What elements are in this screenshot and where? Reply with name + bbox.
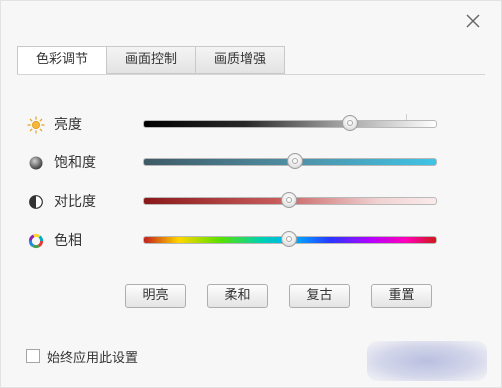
brightness-slider-thumb[interactable] [341, 115, 358, 131]
tab-picture-control[interactable]: 画面控制 [107, 46, 197, 74]
always-apply-checkbox[interactable] [26, 349, 40, 363]
sun-icon [27, 116, 45, 134]
bright-button[interactable]: 明亮 [125, 284, 186, 308]
saturation-row: 饱和度 [27, 152, 447, 174]
brightness-slider[interactable] [143, 114, 437, 131]
saturation-slider-thumb[interactable] [286, 153, 303, 169]
color-adjust-dialog: 色彩调节 画面控制 画质增强 亮度 饱和度 对比度 色相 明亮 柔和 复古 重置… [0, 0, 502, 388]
center-tick [406, 114, 407, 120]
brightness-row: 亮度 [27, 114, 447, 136]
close-button[interactable] [463, 11, 483, 31]
saturation-label: 饱和度 [54, 155, 96, 171]
saturation-icon [27, 154, 45, 172]
saturation-slider[interactable] [143, 153, 437, 169]
hue-label: 色相 [54, 233, 82, 249]
hue-slider[interactable] [143, 231, 437, 247]
reset-button[interactable]: 重置 [371, 284, 432, 308]
preset-buttons: 明亮 柔和 复古 重置 [125, 284, 432, 308]
hue-row: 色相 [27, 230, 447, 252]
tab-quality-enhance[interactable]: 画质增强 [196, 46, 286, 74]
blurred-region [367, 341, 487, 381]
tab-color-adjust[interactable]: 色彩调节 [17, 46, 108, 75]
close-icon [466, 14, 480, 28]
contrast-label: 对比度 [54, 194, 96, 210]
hue-slider-thumb[interactable] [281, 231, 297, 247]
hue-icon [27, 232, 45, 250]
contrast-slider[interactable] [143, 192, 437, 208]
retro-button[interactable]: 复古 [289, 284, 350, 308]
soft-button[interactable]: 柔和 [207, 284, 268, 308]
always-apply-option[interactable]: 始终应用此设置 [26, 347, 139, 366]
tab-divider [17, 74, 485, 75]
contrast-row: 对比度 [27, 191, 447, 213]
brightness-label: 亮度 [54, 117, 82, 133]
tab-bar: 色彩调节 画面控制 画质增强 [17, 46, 286, 75]
contrast-icon [27, 193, 45, 211]
contrast-slider-thumb[interactable] [281, 192, 297, 208]
always-apply-label: 始终应用此设置 [47, 350, 139, 366]
